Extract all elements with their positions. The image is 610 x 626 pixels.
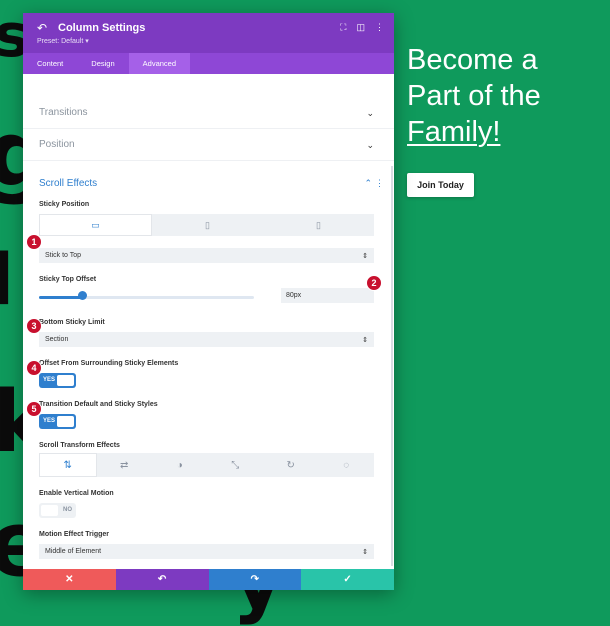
horizontal-motion-icon[interactable]: ⇄ [97, 453, 153, 477]
hero-line-2: Part of the [407, 80, 541, 112]
panel-title: Column Settings [58, 22, 146, 34]
bottom-sticky-limit-label: Bottom Sticky Limit [39, 319, 105, 326]
sticky-top-offset-input[interactable]: 80px [281, 288, 374, 303]
cancel-button[interactable]: ✕ [23, 569, 116, 590]
split-view-icon[interactable]: ◫ [356, 22, 365, 33]
sticky-position-select[interactable]: Stick to Top ⇕ [39, 248, 374, 263]
callout-badge: 2 [366, 275, 382, 291]
undo-button[interactable]: ↶ [115, 569, 209, 590]
desktop-icon[interactable]: ▭ [39, 214, 152, 236]
tab-design[interactable]: Design [77, 53, 128, 74]
section-transitions[interactable]: Transitions [39, 107, 88, 118]
hero-line-1: Become a [407, 44, 538, 76]
blur-icon[interactable]: ◌ [319, 453, 375, 477]
tablet-icon[interactable]: ▯ [152, 214, 263, 236]
select-arrows-icon: ⇕ [362, 548, 368, 556]
hero-line-3: Family! [407, 116, 501, 148]
sticky-position-value: Stick to Top [45, 252, 82, 259]
bottom-sticky-limit-select[interactable]: Section ⇕ [39, 332, 374, 347]
toggle-thumb [41, 505, 58, 516]
panel-footer: ✕ ↶ ↷ ✓ [23, 569, 394, 590]
offset-surrounding-label: Offset From Surrounding Sticky Elements [39, 360, 179, 367]
more-icon[interactable]: ⋮ [375, 178, 384, 189]
background-lettering-l: l [0, 239, 14, 321]
chevron-down-icon[interactable]: ⌄ [366, 140, 374, 151]
vertical-motion-label: Enable Vertical Motion [39, 490, 114, 497]
toggle-thumb [57, 416, 74, 427]
sticky-top-offset-label: Sticky Top Offset [39, 276, 97, 283]
motion-trigger-label: Motion Effect Trigger [39, 531, 109, 538]
motion-trigger-select[interactable]: Middle of Element ⇕ [39, 544, 374, 559]
chevron-down-icon[interactable]: ⌄ [366, 108, 374, 119]
column-settings-panel: ↶ Column Settings Preset: Default ▾ ⛶ ◫ … [23, 13, 394, 590]
back-arrow-icon[interactable]: ↶ [37, 21, 47, 35]
slider-fill [39, 296, 82, 299]
callout-badge: 4 [26, 360, 42, 376]
vertical-motion-icon[interactable]: ⇅ [39, 453, 97, 477]
redo-button[interactable]: ↷ [208, 569, 302, 590]
divider [23, 160, 394, 161]
scroll-transform-label: Scroll Transform Effects [39, 442, 120, 449]
rotate-icon[interactable]: ↻ [263, 453, 319, 477]
device-switcher: ▭ ▯ ▯ [39, 214, 374, 236]
chevron-up-icon[interactable]: ⌃ [364, 178, 372, 189]
fade-icon[interactable]: ◑ [152, 453, 208, 477]
save-button[interactable]: ✓ [301, 569, 394, 590]
tab-advanced[interactable]: Advanced [128, 53, 190, 74]
preset-selector[interactable]: Preset: Default ▾ [37, 37, 89, 45]
toggle-label: YES [43, 418, 56, 424]
callout-badge: 3 [26, 318, 42, 334]
scrollbar[interactable] [391, 166, 393, 566]
sticky-position-label: Sticky Position [39, 201, 90, 208]
panel-header: ↶ Column Settings Preset: Default ▾ ⛶ ◫ … [23, 13, 394, 53]
select-arrows-icon: ⇕ [362, 252, 368, 260]
settings-tabs: Content Design Advanced [23, 53, 394, 74]
offset-surrounding-toggle[interactable]: YES [39, 373, 76, 388]
expand-icon[interactable]: ⛶ [340, 22, 346, 33]
toggle-thumb [57, 375, 74, 386]
scale-icon[interactable]: ⤡ [208, 453, 264, 477]
scroll-transform-switcher: ⇅ ⇄ ◑ ⤡ ↻ ◌ [39, 453, 374, 477]
transition-default-label: Transition Default and Sticky Styles [39, 401, 158, 408]
toggle-label: NO [63, 507, 72, 513]
section-scroll-effects[interactable]: Scroll Effects [39, 178, 97, 189]
phone-icon[interactable]: ▯ [263, 214, 374, 236]
callout-badge: 5 [26, 401, 42, 417]
tab-content[interactable]: Content [23, 53, 77, 74]
vertical-motion-toggle[interactable]: NO [39, 503, 76, 518]
hero-heading: Become a Part of the Family! [407, 42, 607, 150]
section-position[interactable]: Position [39, 139, 75, 150]
join-today-button[interactable]: Join Today [407, 173, 474, 197]
divider [23, 128, 394, 129]
motion-trigger-value: Middle of Element [45, 548, 102, 555]
sticky-top-offset-slider[interactable] [39, 296, 254, 299]
more-icon[interactable]: ⋮ [375, 22, 384, 33]
slider-handle[interactable] [78, 291, 87, 300]
callout-badge: 1 [26, 234, 42, 250]
select-arrows-icon: ⇕ [362, 336, 368, 344]
panel-body: Transitions ⌄ Position ⌄ Scroll Effects … [23, 74, 394, 569]
transition-default-toggle[interactable]: YES [39, 414, 76, 429]
toggle-label: YES [43, 377, 56, 383]
header-icons: ⛶ ◫ ⋮ [340, 22, 384, 33]
bottom-sticky-limit-value: Section [45, 336, 69, 343]
